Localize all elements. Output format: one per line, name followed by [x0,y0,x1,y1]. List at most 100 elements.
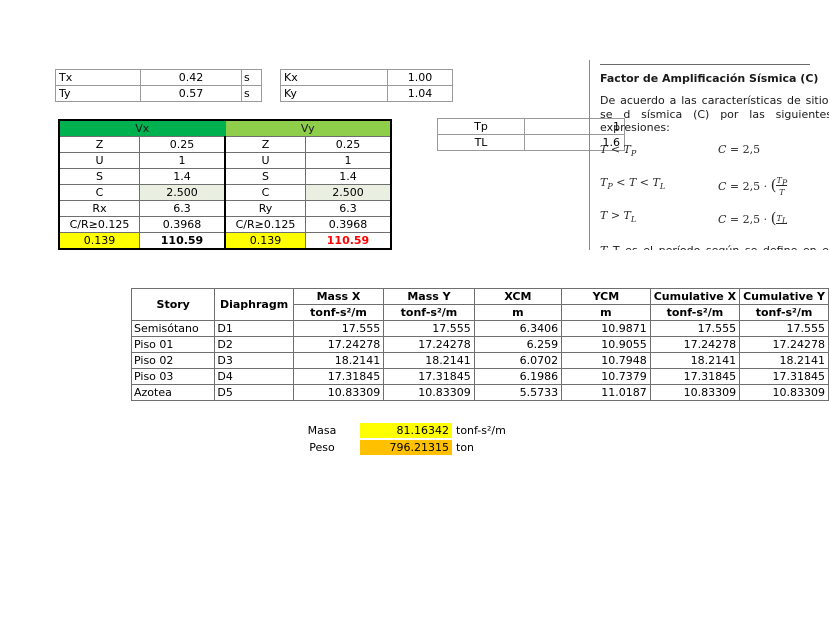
header-ycm: YCM [561,288,651,305]
cell-diaphragm: D4 [214,368,294,385]
unit-ycm: m [561,304,651,321]
summary-label-weight: Peso [309,441,335,454]
period-label-ty: Ty [55,85,141,102]
seismic-key-u-x: U [58,152,140,169]
summary-spacer [133,423,284,438]
seismic-coefficient-table: Vx Vy Z 0.25 Z 0.25 U 1 U 1 S 1.4 S 1.4 … [58,119,392,250]
table-row: Rx 6.3 Ry 6.3 [58,200,392,217]
unit-xcm: m [473,304,563,321]
seismic-value-rx: 6.3 [139,200,226,217]
period-value-ty: 0.57 [140,85,242,102]
k-factor-table: Kx 1.00 Ky 1.04 [280,69,453,102]
document-note: T T es el período según se define en el … [600,244,829,251]
cell-story: Semisótano [130,320,216,337]
seismic-header-vy: Vy [224,119,392,137]
cell-cumulative-x: 10.83309 [649,384,741,401]
k-value-ky: 1.04 [387,85,453,102]
seismic-value-u-y: 1 [305,152,392,169]
table-row: C/R≥0.125 0.3968 C/R≥0.125 0.3968 [58,216,392,233]
seismic-key-s-y: S [224,168,306,185]
k-label-kx: Kx [280,69,388,86]
table-row: Kx 1.00 [280,69,453,86]
table-row: Tx 0.42 s [55,69,262,86]
summary-unit-weight: ton [456,441,475,454]
cell-mass-y: 17.31845 [383,368,475,385]
cell-mass-y: 18.2141 [383,352,475,369]
formula-equation-3: C = 2,5 · (TL [718,208,788,227]
period-unit-ty: s [241,85,262,102]
seismic-header-vx: Vx [58,119,226,137]
header-story: Story [130,288,216,321]
cell-story: Piso 02 [130,352,216,369]
summary-spacer [133,440,284,455]
unit-mass-y: tonf-s²/m [383,304,475,321]
summary-row-mass: Masa 81.16342 tonf-s²/m [133,423,506,438]
cell-ycm: 10.7948 [561,352,651,369]
cell-xcm: 6.259 [473,336,563,353]
cell-diaphragm: D2 [214,336,294,353]
seismic-value-ry: 6.3 [305,200,392,217]
seismic-result-shear-x: 110.59 [139,232,226,250]
seismic-value-z-y: 0.25 [305,136,392,153]
mass-weight-summary: Masa 81.16342 tonf-s²/m Peso 796.21315 t… [131,421,508,457]
header-diaphragm: Diaphragm [214,288,294,321]
cell-cumulative-y: 17.31845 [739,368,829,385]
cell-xcm: 6.1986 [473,368,563,385]
header-cumulative-x: Cumulative X [649,288,741,305]
table-result-row: 0.139 110.59 0.139 110.59 [58,232,392,250]
seismic-value-c-x: 2.500 [139,184,226,201]
k-value-kx: 1.00 [387,69,453,86]
cell-diaphragm: D5 [214,384,294,401]
seismic-key-z-x: Z [58,136,140,153]
period-value-tx: 0.42 [140,69,242,86]
cell-cumulative-x: 18.2141 [649,352,741,369]
summary-label-mass: Masa [307,424,337,437]
seismic-key-u-y: U [224,152,306,169]
table-row: Azotea D5 10.83309 10.83309 5.5733 11.01… [130,384,829,401]
formula-condition-3: T > TL [600,208,637,224]
table-row: Piso 02 D3 18.2141 18.2141 6.0702 10.794… [130,352,829,369]
unit-cumulative-x: tonf-s²/m [649,304,741,321]
cell-mass-y: 17.555 [383,320,475,337]
cell-mass-x: 17.24278 [292,336,385,353]
unit-mass-x: tonf-s²/m [292,304,385,321]
header-mass-x: Mass X [292,288,385,305]
cell-cumulative-y: 10.83309 [739,384,829,401]
cell-story: Piso 03 [130,368,216,385]
cell-mass-x: 10.83309 [292,384,385,401]
table-row: Piso 01 D2 17.24278 17.24278 6.259 10.90… [130,336,829,353]
story-mass-table: Story Diaphragm Mass X Mass Y XCM YCM Cu… [130,288,829,401]
seismic-value-s-y: 1.4 [305,168,392,185]
cell-cumulative-y: 17.24278 [739,336,829,353]
seismic-key-ry: Ry [224,200,306,217]
seismic-result-shear-y: 110.59 [305,232,392,250]
table-row: Piso 03 D4 17.31845 17.31845 6.1986 10.7… [130,368,829,385]
cell-diaphragm: D3 [214,352,294,369]
cell-mass-y: 17.24278 [383,336,475,353]
seismic-value-cr-y: 0.3968 [305,216,392,233]
table-row: U 1 U 1 [58,152,392,169]
cell-ycm: 11.0187 [561,384,651,401]
header-xcm: XCM [473,288,563,305]
seismic-key-cr-y: C/R≥0.125 [224,216,306,233]
document-intro-paragraph: De acuerdo a las características de siti… [600,94,829,134]
seismic-key-z-y: Z [224,136,306,153]
header-cumulative-y: Cumulative Y [739,288,829,305]
summary-row-weight: Peso 796.21315 ton [133,440,506,455]
seismic-result-coef-y: 0.139 [224,232,306,250]
seismic-key-cr-x: C/R≥0.125 [58,216,140,233]
formula-row-3: T > TL C = 2,5 · (TL [600,209,829,234]
cell-cumulative-x: 17.24278 [649,336,741,353]
table-row: C 2.500 C 2.500 [58,184,392,201]
seismic-value-z-x: 0.25 [139,136,226,153]
seismic-value-s-x: 1.4 [139,168,226,185]
k-label-ky: Ky [280,85,388,102]
unit-cumulative-y: tonf-s²/m [739,304,829,321]
table-row: Ky 1.04 [280,85,453,102]
table-header-row: Story Diaphragm Mass X Mass Y XCM YCM Cu… [130,288,829,321]
seismic-value-cr-x: 0.3968 [139,216,226,233]
cell-xcm: 6.3406 [473,320,563,337]
table-header-row: Vx Vy [58,119,392,137]
formula-condition-1: T < TP [600,142,637,158]
formula-row-1: T < TP C = 2,5 [600,143,829,168]
